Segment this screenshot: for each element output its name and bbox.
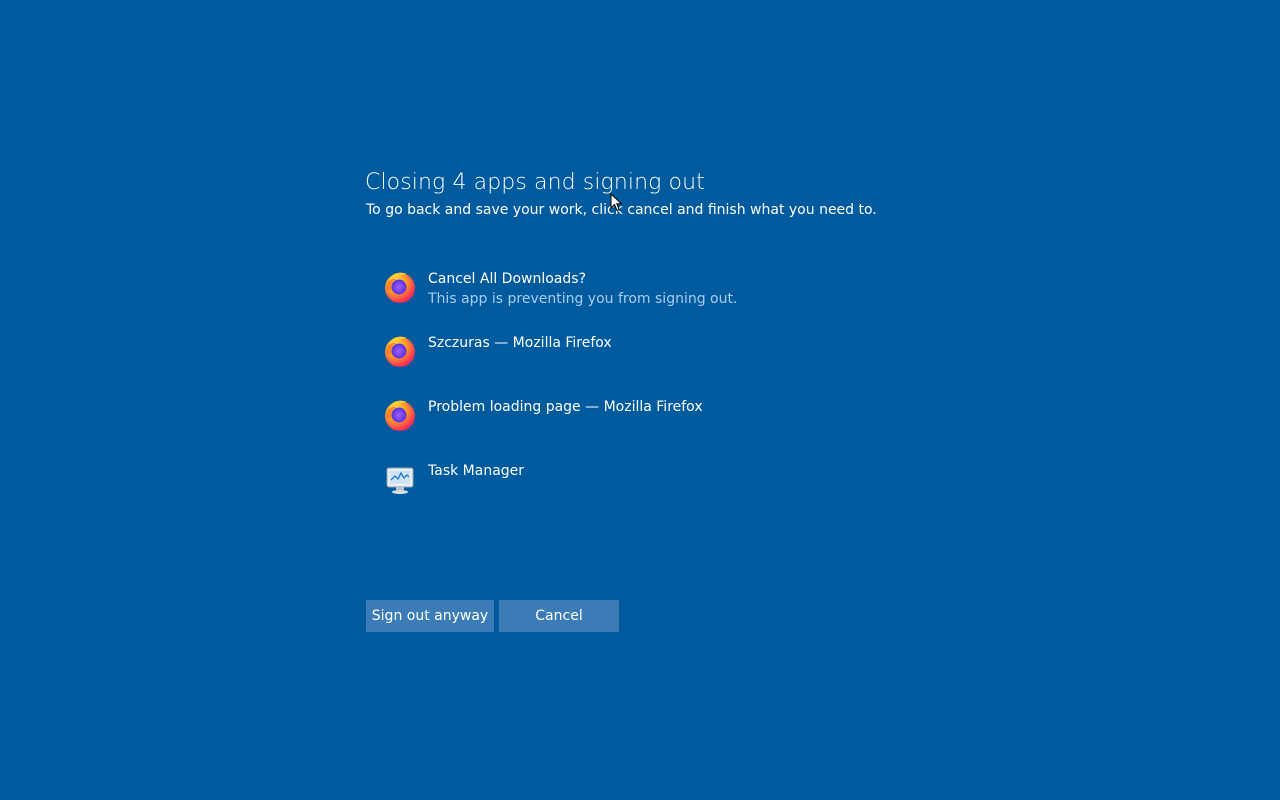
- sign-out-screen: Closing 4 apps and signing out To go bac…: [0, 0, 1280, 800]
- app-name: Task Manager: [428, 463, 525, 479]
- list-item: Problem loading page — Mozilla Firefox: [383, 394, 903, 458]
- sign-out-anyway-button[interactable]: Sign out anyway: [366, 600, 494, 632]
- app-name: Problem loading page — Mozilla Firefox: [428, 399, 703, 415]
- app-name: Cancel All Downloads?: [428, 271, 586, 287]
- list-item: Task Manager: [383, 458, 903, 522]
- page-title: Closing 4 apps and signing out: [365, 170, 705, 195]
- firefox-icon: [385, 400, 415, 431]
- cancel-button[interactable]: Cancel: [499, 600, 619, 632]
- list-item: Szczuras — Mozilla Firefox: [383, 330, 903, 394]
- list-item: Cancel All Downloads? This app is preven…: [383, 266, 903, 330]
- firefox-icon: [385, 336, 415, 367]
- app-name: Szczuras — Mozilla Firefox: [428, 335, 612, 351]
- app-list: Cancel All Downloads? This app is preven…: [383, 266, 903, 522]
- task-manager-icon: [386, 467, 414, 494]
- mouse-cursor-icon: [610, 193, 623, 212]
- firefox-icon: [385, 272, 415, 303]
- app-blocking-note: This app is preventing you from signing …: [428, 291, 738, 307]
